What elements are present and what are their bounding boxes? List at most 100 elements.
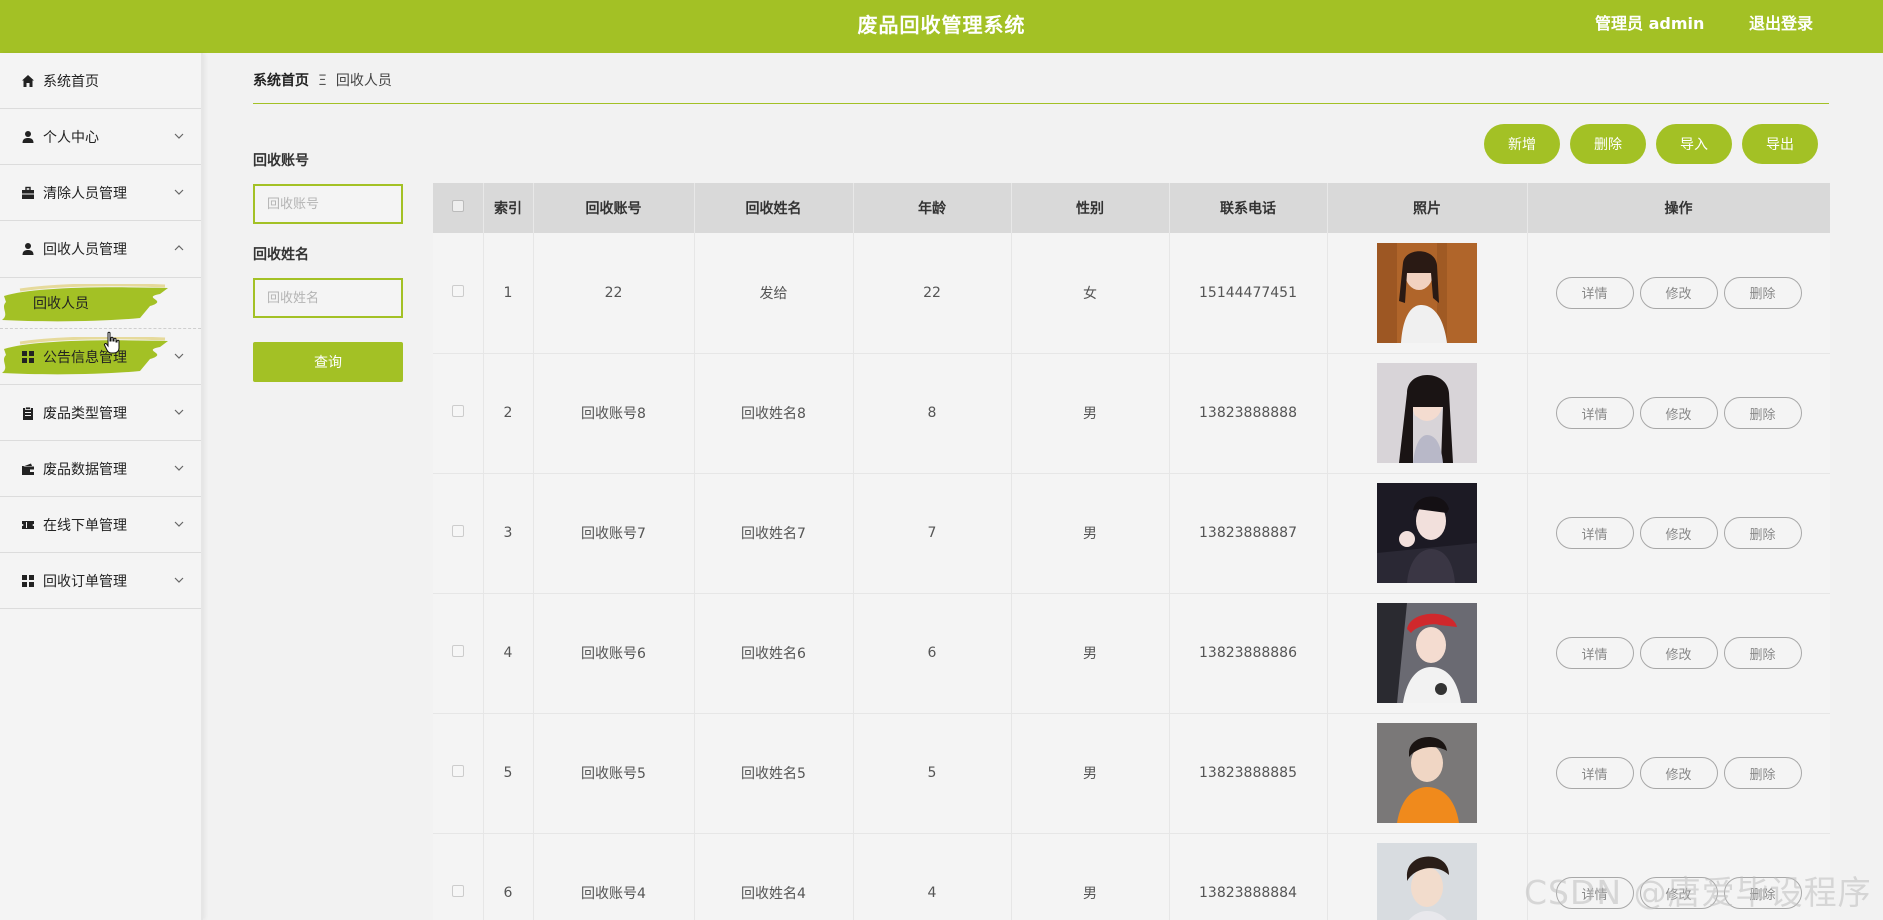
query-button[interactable]: 查询 xyxy=(253,342,403,382)
breadcrumb-separator: Ξ xyxy=(318,73,327,89)
row-delete-button[interactable]: 删除 xyxy=(1723,276,1802,309)
column-header: 操作 xyxy=(1527,183,1830,233)
edit-button[interactable]: 修改 xyxy=(1639,517,1718,549)
cell-index: 6 xyxy=(483,833,534,920)
recycler-table: 索引 回收账号 回收姓名 年龄 性别 联系电话 照片 操作 1 22 发给 22… xyxy=(433,183,1830,920)
edit-button[interactable]: 修改 xyxy=(1639,397,1718,429)
row-checkbox[interactable] xyxy=(451,765,464,777)
export-button[interactable]: 导出 xyxy=(1742,124,1818,164)
row-checkbox[interactable] xyxy=(451,284,464,297)
clipboard-icon xyxy=(20,405,36,421)
sidebar: 系统首页 个人中心 清除人员管理 回收人员管理 回收人员 公告信息管理 废品类型… xyxy=(0,53,203,920)
sidebar-item-waste-data-management[interactable]: 废品数据管理 xyxy=(0,441,201,497)
chevron-down-icon xyxy=(174,465,184,471)
chevron-down-icon xyxy=(174,133,184,139)
detail-button[interactable]: 详情 xyxy=(1555,757,1634,789)
sidebar-item-label: 系统首页 xyxy=(43,73,99,90)
import-button[interactable]: 导入 xyxy=(1656,124,1732,164)
table-row: 2 回收账号8 回收姓名8 8 男 13823888888 详情 修改 删除 xyxy=(433,353,1830,474)
current-user: 管理员 admin xyxy=(1595,14,1705,33)
home-icon xyxy=(20,73,36,89)
table-row: 3 回收账号7 回收姓名7 7 男 13823888887 详情 修改 删除 xyxy=(433,473,1830,594)
person-photo[interactable] xyxy=(1377,483,1477,583)
row-checkbox[interactable] xyxy=(451,645,464,657)
cell-phone: 13823888886 xyxy=(1169,593,1328,714)
cell-phone: 13823888885 xyxy=(1169,713,1328,834)
account-label: 回收账号 xyxy=(253,153,309,169)
row-checkbox[interactable] xyxy=(451,525,464,537)
sidebar-item-profile[interactable]: 个人中心 xyxy=(0,109,201,165)
sidebar-item-waste-type-management[interactable]: 废品类型管理 xyxy=(0,385,201,441)
row-checkbox[interactable] xyxy=(451,885,464,897)
chevron-down-icon xyxy=(174,577,184,583)
delete-button[interactable]: 删除 xyxy=(1570,124,1646,164)
sidebar-item-online-order-management[interactable]: 在线下单管理 xyxy=(0,497,201,553)
name-search-input[interactable] xyxy=(253,278,403,318)
logout-link[interactable]: 退出登录 xyxy=(1749,0,1813,48)
sidebar-item-announcement-management[interactable]: 公告信息管理 xyxy=(0,329,201,385)
cell-index: 1 xyxy=(483,233,534,354)
wallet-icon xyxy=(20,461,36,477)
column-header: 回收姓名 xyxy=(694,183,854,233)
cell-account: 回收账号5 xyxy=(533,713,695,834)
cell-name: 回收姓名4 xyxy=(694,833,854,920)
select-all-checkbox[interactable] xyxy=(451,200,464,212)
user-icon xyxy=(20,241,36,257)
chevron-down-icon xyxy=(174,189,184,195)
cell-index: 5 xyxy=(483,713,534,834)
cell-gender: 男 xyxy=(1011,593,1170,714)
cell-age: 7 xyxy=(853,473,1012,594)
cell-name: 回收姓名7 xyxy=(694,473,854,594)
cell-account: 22 xyxy=(533,233,695,354)
sidebar-item-label: 废品数据管理 xyxy=(43,461,127,478)
sidebar-item-label: 回收人员管理 xyxy=(43,242,127,258)
person-photo[interactable] xyxy=(1377,843,1477,920)
detail-button[interactable]: 详情 xyxy=(1555,397,1634,429)
detail-button[interactable]: 详情 xyxy=(1555,276,1634,309)
row-delete-button[interactable]: 删除 xyxy=(1723,397,1802,429)
cell-gender: 男 xyxy=(1011,473,1170,594)
edit-button[interactable]: 修改 xyxy=(1639,276,1718,309)
cell-gender: 男 xyxy=(1011,713,1170,834)
toolbar: 新增 删除 导入 导出 xyxy=(1484,124,1818,164)
table-header-row: 索引 回收账号 回收姓名 年龄 性别 联系电话 照片 操作 xyxy=(433,183,1830,233)
chevron-down-icon xyxy=(174,353,184,359)
person-photo[interactable] xyxy=(1377,723,1477,823)
sidebar-item-recycle-order-management[interactable]: 回收订单管理 xyxy=(0,553,201,609)
chevron-up-icon xyxy=(174,245,184,251)
cell-phone: 13823888888 xyxy=(1169,353,1328,474)
account-search-input[interactable] xyxy=(253,184,403,224)
sidebar-item-label: 在线下单管理 xyxy=(43,517,127,534)
cell-age: 5 xyxy=(853,713,1012,834)
column-header: 照片 xyxy=(1327,183,1528,233)
person-photo[interactable] xyxy=(1377,603,1477,703)
detail-button[interactable]: 详情 xyxy=(1555,637,1634,669)
add-button[interactable]: 新增 xyxy=(1484,124,1560,164)
row-delete-button[interactable]: 删除 xyxy=(1723,757,1802,789)
name-label: 回收姓名 xyxy=(253,247,309,263)
breadcrumb-home[interactable]: 系统首页 xyxy=(253,73,309,89)
search-panel: 回收账号 回收姓名 查询 xyxy=(253,150,403,382)
table-row: 4 回收账号6 回收姓名6 6 男 13823888886 详情 修改 删除 xyxy=(433,593,1830,714)
cell-gender: 男 xyxy=(1011,353,1170,474)
edit-button[interactable]: 修改 xyxy=(1639,757,1718,789)
sidebar-item-label: 废品类型管理 xyxy=(43,405,127,422)
cell-account: 回收账号4 xyxy=(533,833,695,920)
sidebar-item-home[interactable]: 系统首页 xyxy=(0,53,201,109)
person-photo[interactable] xyxy=(1377,363,1477,463)
sidebar-item-cleaner-management[interactable]: 清除人员管理 xyxy=(0,165,201,221)
detail-button[interactable]: 详情 xyxy=(1555,517,1634,549)
cell-age: 4 xyxy=(853,833,1012,920)
cell-name: 发给 xyxy=(694,233,854,354)
cell-index: 2 xyxy=(483,353,534,474)
row-checkbox[interactable] xyxy=(451,405,464,417)
select-all-cell[interactable] xyxy=(433,183,484,233)
column-header: 回收账号 xyxy=(533,183,695,233)
row-delete-button[interactable]: 删除 xyxy=(1723,517,1802,549)
edit-button[interactable]: 修改 xyxy=(1639,637,1718,669)
sidebar-subitem-recyclers[interactable]: 回收人员 xyxy=(0,277,201,329)
sidebar-item-recycler-management[interactable]: 回收人员管理 xyxy=(0,221,201,277)
person-photo[interactable] xyxy=(1377,242,1477,343)
row-delete-button[interactable]: 删除 xyxy=(1723,637,1802,669)
sidebar-item-label: 清除人员管理 xyxy=(43,185,127,202)
